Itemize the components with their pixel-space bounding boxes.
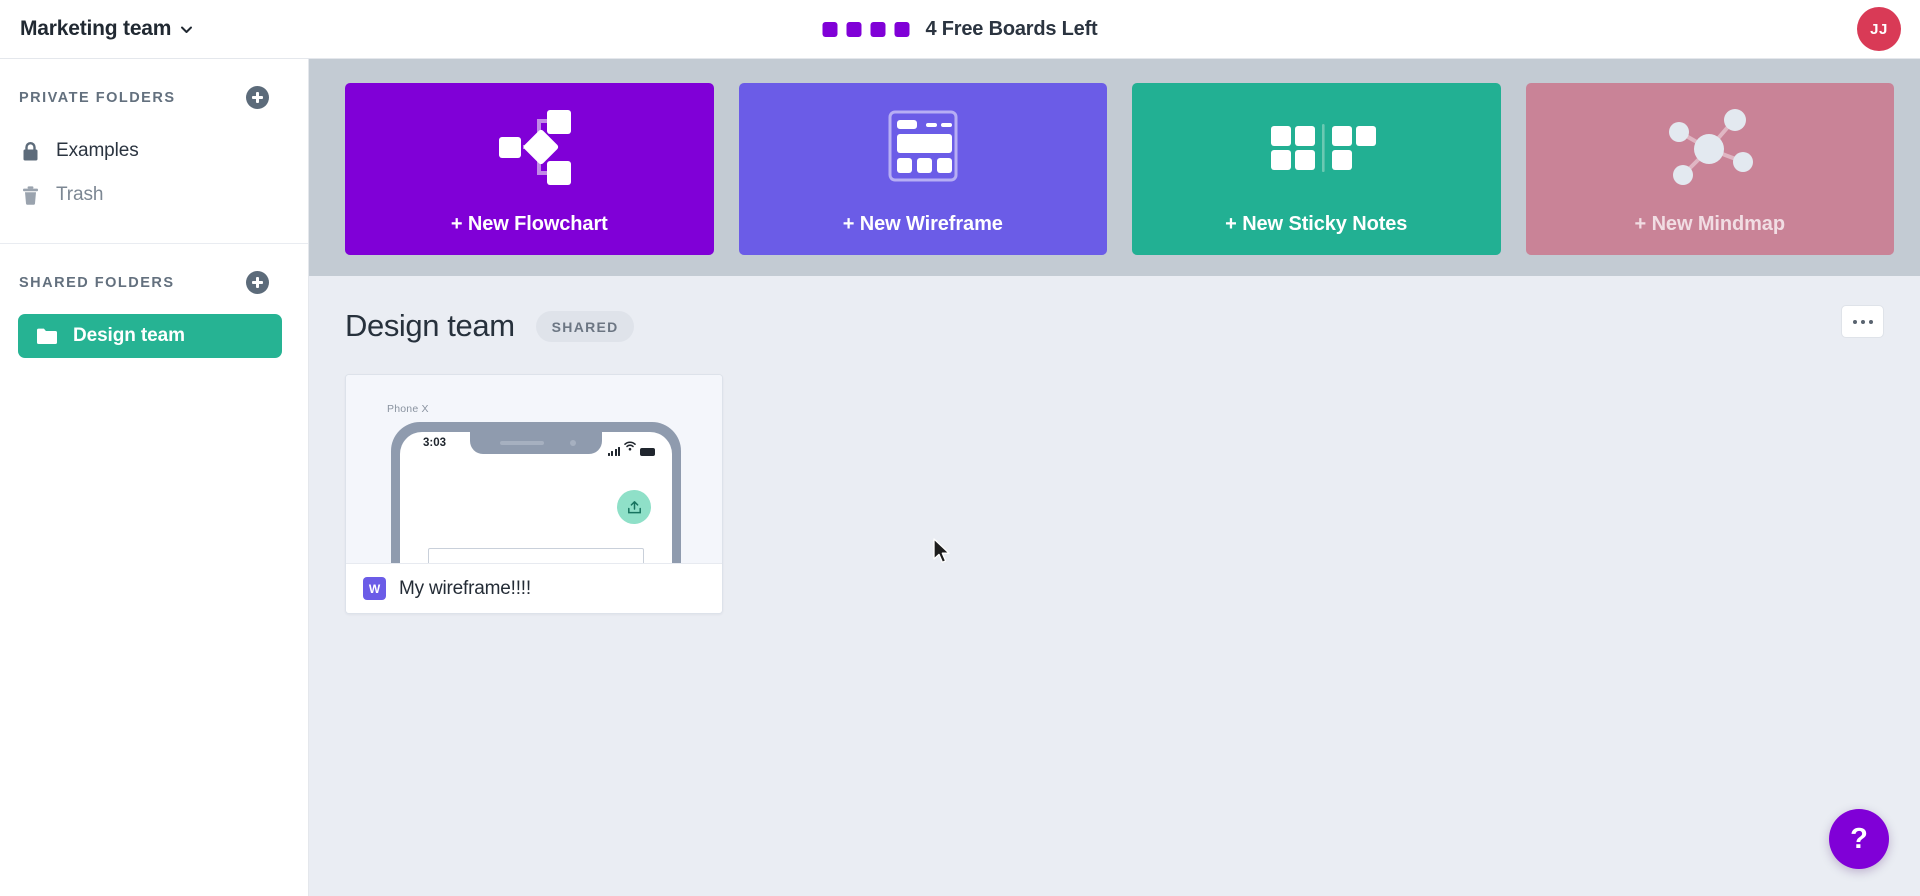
help-button[interactable]: ?	[1829, 809, 1889, 869]
sidebar-item-examples[interactable]: Examples	[0, 129, 308, 173]
create-cards-strip: + New Flowchart + New Wireframe + New St…	[309, 59, 1920, 276]
free-boards-label: 4 Free Boards Left	[925, 17, 1098, 40]
add-shared-folder-button[interactable]	[246, 271, 269, 294]
body: PRIVATE FOLDERS Examples Trash SHARED FO…	[0, 59, 1920, 896]
sidebar-shared-header: SHARED FOLDERS	[0, 244, 308, 294]
board-card[interactable]: Phone X 3:03 W My wireframe!!!!	[345, 374, 723, 614]
main-panel: + New Flowchart + New Wireframe + New St…	[309, 59, 1920, 896]
folder-icon	[36, 327, 58, 345]
board-pip	[846, 21, 862, 37]
phone-frame: 3:03	[391, 422, 681, 563]
board-pip	[822, 21, 838, 37]
sidebar-item-label: Trash	[56, 184, 104, 205]
board-type-badge: W	[363, 577, 386, 600]
new-flowchart-card[interactable]: + New Flowchart	[345, 83, 714, 255]
sidebar-private-header: PRIVATE FOLDERS	[0, 59, 308, 109]
status-bar-time: 3:03	[423, 437, 447, 449]
status-bar-icons	[608, 438, 655, 456]
new-sticky-notes-card[interactable]: + New Sticky Notes	[1132, 83, 1501, 255]
camera-icon	[570, 440, 576, 446]
status-badge: SHARED	[535, 310, 634, 342]
upload-icon	[617, 490, 651, 524]
speaker-icon	[500, 441, 544, 445]
ellipsis-icon	[1852, 319, 1857, 324]
team-name: Marketing team	[20, 17, 172, 40]
app-root: Marketing team 4 Free Boards Left JJ PRI…	[0, 0, 1920, 896]
sidebar-shared-title: SHARED FOLDERS	[19, 274, 175, 291]
board-thumbnail: Phone X 3:03	[346, 375, 722, 563]
new-wireframe-card[interactable]: + New Wireframe	[738, 83, 1108, 255]
sidebar-item-trash[interactable]: Trash	[0, 173, 308, 217]
ellipsis-icon	[1860, 319, 1865, 324]
ellipsis-icon	[1868, 319, 1873, 324]
add-private-folder-button[interactable]	[246, 86, 269, 109]
folder-header: Design team SHARED	[345, 308, 1884, 344]
folder-menu-button[interactable]	[1841, 305, 1884, 338]
new-sticky-notes-label: + New Sticky Notes	[1225, 213, 1408, 235]
top-bar: Marketing team 4 Free Boards Left JJ	[0, 0, 1920, 59]
board-name: My wireframe!!!!	[399, 577, 531, 599]
new-mindmap-label: + New Mindmap	[1634, 213, 1785, 235]
lock-icon	[19, 141, 41, 162]
wireframe-icon	[739, 83, 1108, 211]
chevron-down-icon	[180, 23, 193, 36]
flowchart-icon	[345, 83, 714, 211]
thumbnail-caption: Phone X	[387, 403, 429, 415]
new-flowchart-label: + New Flowchart	[450, 213, 608, 235]
sidebar: PRIVATE FOLDERS Examples Trash SHARED FO…	[0, 59, 309, 896]
sidebar-item-design-team[interactable]: Design team	[18, 314, 282, 358]
sticky-notes-icon	[1132, 83, 1501, 211]
sidebar-private-title: PRIVATE FOLDERS	[19, 89, 176, 106]
sidebar-item-label: Examples	[56, 140, 139, 161]
wireframe-content-box	[428, 548, 644, 563]
avatar[interactable]: JJ	[1857, 7, 1901, 51]
sidebar-item-label: Design team	[73, 325, 185, 346]
battery-icon	[640, 448, 655, 456]
new-wireframe-label: + New Wireframe	[842, 213, 1003, 235]
content-area: Design team SHARED Phone X 3:03 W My wir…	[309, 276, 1920, 896]
wifi-icon	[624, 438, 636, 456]
plus-icon	[252, 277, 263, 288]
board-pip	[870, 21, 886, 37]
mindmap-icon	[1526, 83, 1895, 211]
sidebar-section-private: PRIVATE FOLDERS Examples Trash	[0, 59, 308, 244]
board-pip	[894, 21, 910, 37]
trash-icon	[19, 185, 41, 206]
board-card-footer: W My wireframe!!!!	[346, 563, 722, 613]
signal-bars-icon	[608, 447, 620, 456]
sidebar-section-shared: SHARED FOLDERS Design team	[0, 244, 308, 358]
phone-notch	[470, 432, 602, 454]
free-boards-indicator: 4 Free Boards Left	[822, 17, 1098, 41]
board-pips	[822, 21, 910, 37]
team-switcher[interactable]: Marketing team	[20, 17, 193, 41]
new-mindmap-card[interactable]: + New Mindmap	[1525, 83, 1895, 255]
page-title: Design team	[345, 308, 515, 343]
board-grid: Phone X 3:03 W My wireframe!!!!	[345, 374, 1884, 614]
phone-screen: 3:03	[400, 432, 672, 563]
plus-icon	[252, 92, 263, 103]
